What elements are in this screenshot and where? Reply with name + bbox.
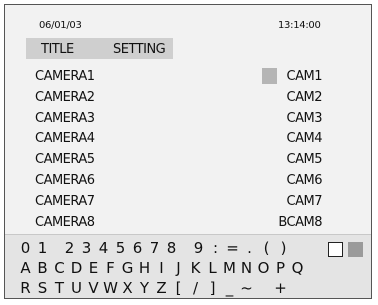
key[interactable]: H (136, 259, 153, 277)
keyboard-row-digits: 01 2345678 9: =.() (17, 238, 292, 258)
camera-title-field[interactable]: CAM2 (287, 90, 323, 105)
key[interactable]: L (204, 259, 221, 277)
camera-row[interactable]: CAMERA8 BCAM8 (5, 214, 371, 236)
key[interactable]: A (17, 259, 34, 277)
tab-title[interactable]: TITLE (41, 42, 74, 57)
key[interactable]: ( (258, 239, 275, 257)
time-display: 13:14:00 (278, 20, 321, 31)
key[interactable]: J (170, 259, 187, 277)
key[interactable]: = (224, 239, 241, 257)
camera-name: CAMERA2 (35, 89, 95, 105)
key[interactable]: 2 (61, 239, 78, 257)
camera-row[interactable]: CAMERA3 CAM3 (5, 110, 371, 132)
key[interactable]: _ (221, 279, 238, 297)
camera-name: CAMERA1 (35, 69, 95, 84)
camera-row[interactable]: CAMERA1 CAM1 (5, 69, 371, 90)
date-display: 06/01/03 (39, 20, 82, 31)
key[interactable]: / (187, 279, 204, 297)
camera-title-field[interactable]: CAM7 (287, 194, 323, 209)
key[interactable]: D (68, 259, 85, 277)
camera-title-list: CAMERA1 CAM1 CAMERA2 CAM2 CAMERA3 CAM3 C… (5, 69, 371, 236)
key[interactable]: Y (136, 279, 153, 297)
camera-name: CAMERA5 (35, 152, 95, 168)
key[interactable]: : (207, 239, 224, 257)
character-keyboard: 01 2345678 9: =.() ABCDEFGHIJKLMNOPQ RSTU… (5, 234, 371, 298)
camera-name: CAMERA3 (35, 110, 95, 126)
key[interactable]: 3 (78, 239, 95, 257)
tab-bar: TITLE SETTING (26, 38, 173, 59)
camera-row[interactable]: CAMERA7 CAM7 (5, 193, 371, 215)
camera-row[interactable]: CAMERA5 CAM5 (5, 152, 371, 173)
key[interactable]: 1 (34, 239, 51, 257)
osd-screen: 06/01/03 13:14:00 TITLE SETTING CAMERA1 … (4, 4, 372, 299)
camera-title-field[interactable]: CAM4 (287, 131, 323, 146)
camera-name: CAMERA7 (35, 193, 95, 209)
key[interactable]: ~ (238, 279, 255, 297)
key[interactable]: K (187, 259, 204, 277)
keyboard-row-letters-2: R S T U V W X Y Z[/] _ ~ + (17, 278, 289, 298)
camera-row[interactable]: CAMERA6 CAM6 (5, 172, 371, 194)
key[interactable]: . (241, 239, 258, 257)
key[interactable]: W (102, 279, 119, 297)
key[interactable]: E (85, 259, 102, 277)
key[interactable]: I (153, 259, 170, 277)
key[interactable]: 6 (129, 239, 146, 257)
key[interactable]: C (51, 259, 68, 277)
key[interactable]: ] (204, 279, 221, 297)
key[interactable]: + (272, 279, 289, 297)
camera-row[interactable]: CAMERA2 CAM2 (5, 89, 371, 111)
key[interactable]: P (272, 259, 289, 277)
key[interactable]: ) (275, 239, 292, 257)
key[interactable]: 5 (112, 239, 129, 257)
filled-box-icon[interactable] (348, 242, 363, 257)
key[interactable]: 9 (190, 239, 207, 257)
camera-title-field[interactable]: BCAM8 (278, 215, 322, 230)
key[interactable]: O (255, 259, 272, 277)
tab-setting[interactable]: SETTING (113, 42, 166, 57)
key[interactable]: N (238, 259, 255, 277)
key[interactable]: T (51, 279, 68, 297)
camera-title-field[interactable]: CAM3 (287, 111, 323, 126)
empty-box-icon[interactable] (328, 242, 343, 257)
key[interactable]: X (119, 279, 136, 297)
keyboard-row-letters-1: ABCDEFGHIJKLMNOPQ (17, 258, 306, 278)
key[interactable]: G (119, 259, 136, 277)
key[interactable]: B (34, 259, 51, 277)
key[interactable]: Z (153, 279, 170, 297)
key[interactable]: S (34, 279, 51, 297)
key[interactable]: U (68, 279, 85, 297)
key[interactable]: V (85, 279, 102, 297)
camera-title-field[interactable]: CAM6 (287, 173, 323, 188)
key[interactable]: 4 (95, 239, 112, 257)
key[interactable]: 7 (146, 239, 163, 257)
key[interactable]: [ (170, 279, 187, 297)
camera-row[interactable]: CAMERA4 CAM4 (5, 131, 371, 152)
camera-title-field[interactable]: CAM1 (287, 69, 323, 84)
key[interactable]: Q (289, 259, 306, 277)
key[interactable]: M (221, 259, 238, 277)
camera-name: CAMERA4 (35, 131, 95, 147)
key[interactable]: 8 (163, 239, 180, 257)
camera-name: CAMERA6 (35, 172, 95, 188)
key[interactable]: 0 (17, 239, 34, 257)
camera-name: CAMERA8 (35, 214, 95, 230)
key[interactable]: R (17, 279, 34, 297)
key[interactable]: F (102, 259, 119, 277)
camera-title-field[interactable]: CAM5 (287, 152, 323, 167)
